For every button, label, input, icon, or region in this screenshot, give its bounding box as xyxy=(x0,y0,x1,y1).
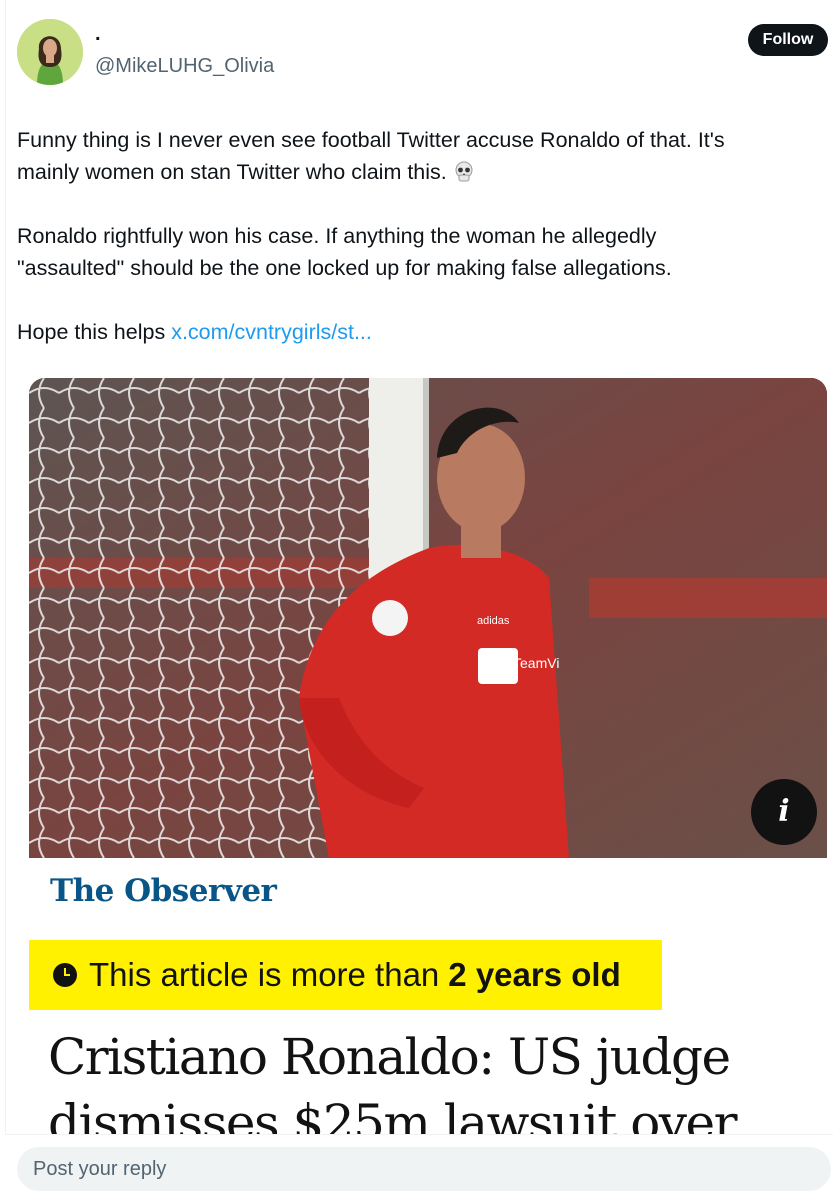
tweet-paragraph-1: Funny thing is I never even see football… xyxy=(17,128,725,184)
age-strong-text: 2 years old xyxy=(448,956,621,993)
sponsor-text: adidas xyxy=(477,615,510,627)
tweet-paragraph-2: Ronaldo rightfully won his case. If anyt… xyxy=(17,224,672,280)
column-border xyxy=(5,0,6,1200)
reply-bar: Post your reply xyxy=(5,1134,833,1200)
tweet-link[interactable]: x.com/cvntrygirls/st... xyxy=(171,320,372,344)
skull-emoji-icon xyxy=(453,160,475,184)
info-icon[interactable]: i xyxy=(751,779,817,845)
media-image[interactable]: TeamVi adidas xyxy=(29,378,827,858)
article-headline: Cristiano Ronaldo: US judge dismisses $2… xyxy=(48,1024,833,1136)
avatar[interactable] xyxy=(17,19,83,85)
avatar-image xyxy=(17,19,83,85)
clock-icon xyxy=(53,963,77,987)
publisher-name: The Observer xyxy=(50,873,277,909)
article-age-banner: This article is more than 2 years old xyxy=(29,940,662,1010)
footballer-photo: TeamVi adidas xyxy=(29,378,827,858)
headline-line: dismisses $25m lawsuit over xyxy=(48,1094,738,1136)
tweet-paragraph-3: Hope this helps xyxy=(17,320,172,344)
age-text: This article is more than xyxy=(89,956,440,993)
tweet-paragraph: Funny thing is I never even see football… xyxy=(17,124,817,188)
follow-button[interactable]: Follow xyxy=(748,24,828,56)
shirt-text: TeamVi xyxy=(513,655,559,671)
display-name[interactable]: . xyxy=(95,24,101,44)
user-handle[interactable]: @MikeLUHG_Olivia xyxy=(95,55,274,77)
reply-input[interactable]: Post your reply xyxy=(17,1147,831,1191)
tweet-paragraph: Hope this helps x.com/cvntrygirls/st... xyxy=(17,316,817,348)
headline-line: Cristiano Ronaldo: US judge xyxy=(48,1028,731,1086)
tweet-text: Funny thing is I never even see football… xyxy=(17,124,817,348)
